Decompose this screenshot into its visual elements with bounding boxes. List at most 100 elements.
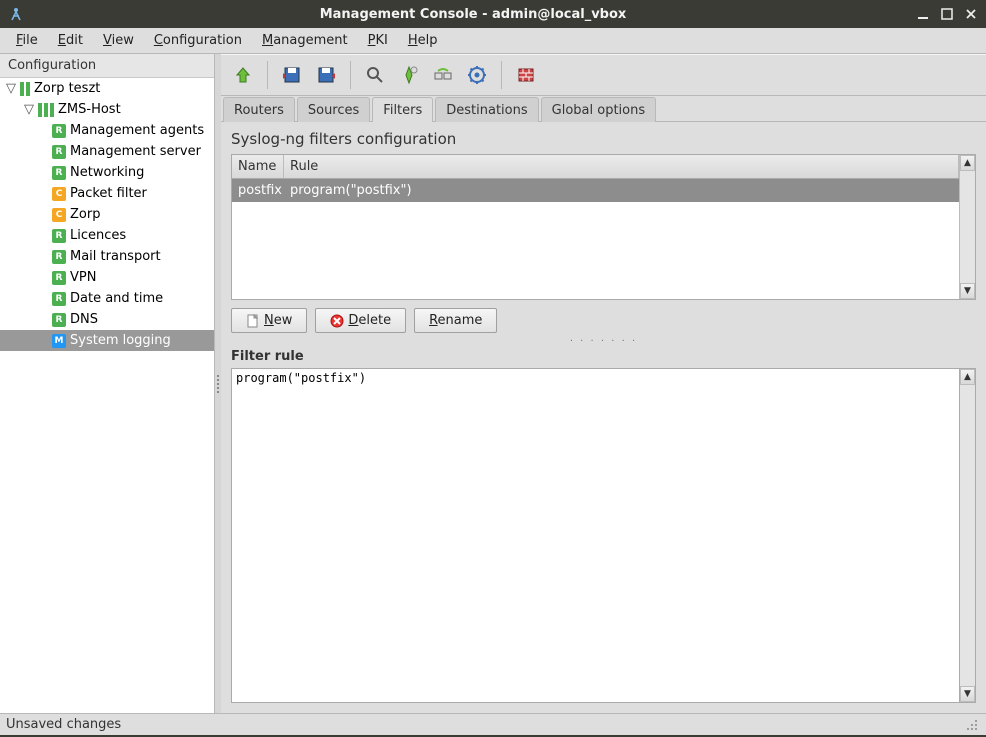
module-icon: R [52,313,66,327]
site-icon [20,82,30,96]
tab-routers[interactable]: Routers [223,97,295,122]
editor-scrollbar[interactable]: ▲ ▼ [959,369,975,702]
sidebar-item-label: Management agents [70,123,204,138]
menu-management[interactable]: Management [254,31,356,50]
configuration-tree[interactable]: ▽ Zorp teszt ▽ ZMS-Host R Management agen… [0,78,214,713]
scroll-down-icon[interactable]: ▼ [960,283,975,299]
sidebar-item-mail-transport[interactable]: R Mail transport [0,246,214,267]
tree-label: Zorp teszt [34,81,100,96]
tab-sources[interactable]: Sources [297,97,370,122]
cell-rule: program("postfix") [284,179,959,202]
module-icon: C [52,187,66,201]
sidebar-header: Configuration [0,54,214,78]
module-icon: R [52,229,66,243]
tree-root[interactable]: ▽ Zorp teszt [0,78,214,99]
maximize-button[interactable] [940,7,954,21]
app-icon [8,6,24,22]
firewall-button[interactable] [512,61,540,89]
sidebar-item-date-and-time[interactable]: R Date and time [0,288,214,309]
minimize-button[interactable] [916,7,930,21]
tree-label: ZMS-Host [58,102,121,117]
save-button[interactable] [278,61,306,89]
sidebar-item-label: DNS [70,312,98,327]
table-row[interactable]: postfix program("postfix") [232,179,959,202]
scroll-up-icon[interactable]: ▲ [960,369,975,385]
sidebar-item-zorp[interactable]: C Zorp [0,204,214,225]
menu-edit[interactable]: Edit [50,31,91,50]
menu-file[interactable]: File [8,31,46,50]
tab-destinations[interactable]: Destinations [435,97,538,122]
titlebar: Management Console - admin@local_vbox [0,0,986,28]
status-text: Unsaved changes [6,717,121,732]
module-icon: R [52,166,66,180]
sidebar-item-networking[interactable]: R Networking [0,162,214,183]
column-name[interactable]: Name [232,155,284,178]
sidebar-item-vpn[interactable]: R VPN [0,267,214,288]
sidebar: Configuration ▽ Zorp teszt ▽ ZMS-Host RM… [0,54,215,713]
scroll-up-icon[interactable]: ▲ [960,155,975,171]
sidebar-item-label: Zorp [70,207,100,222]
resize-grip-icon[interactable] [964,717,980,733]
sidebar-item-label: Management server [70,144,201,159]
delete-button[interactable]: Delete [315,308,406,333]
table-header: Name Rule [232,155,959,179]
sidebar-item-label: Mail transport [70,249,161,264]
module-icon: C [52,208,66,222]
new-icon [246,314,260,328]
sidebar-item-management-server[interactable]: R Management server [0,141,214,162]
menu-configuration[interactable]: Configuration [146,31,250,50]
sidebar-item-label: VPN [70,270,96,285]
sidebar-item-label: Licences [70,228,126,243]
new-button[interactable]: New [231,308,307,333]
filter-rule-label: Filter rule [221,345,986,366]
sidebar-item-label: Networking [70,165,144,180]
menubar: File Edit View Configuration Management … [0,28,986,54]
sidebar-item-licences[interactable]: R Licences [0,225,214,246]
main-panel: Routers Sources Filters Destinations Glo… [221,54,986,713]
content-title: Syslog-ng filters configuration [221,122,986,154]
tab-filters[interactable]: Filters [372,97,433,122]
menu-pki[interactable]: PKI [360,31,396,50]
column-rule[interactable]: Rule [284,155,959,178]
sidebar-item-label: System logging [70,333,171,348]
search-button[interactable] [361,61,389,89]
filter-rule-editor[interactable] [232,369,959,702]
tree-toggle-icon[interactable]: ▽ [24,105,34,115]
toolbar [221,54,986,96]
deploy-button[interactable] [429,61,457,89]
table-body[interactable]: postfix program("postfix") [232,179,959,299]
filters-table: Name Rule postfix program("postfix") ▲ ▼ [231,154,976,300]
filter-rule-editor-wrap: ▲ ▼ [231,368,976,703]
settings-button[interactable] [463,61,491,89]
splitter-horizontal[interactable]: · · · · · · · [221,337,986,345]
module-icon: R [52,145,66,159]
table-buttons: New Delete Rename [231,308,976,333]
cell-name: postfix [232,179,284,202]
scroll-down-icon[interactable]: ▼ [960,686,975,702]
close-button[interactable] [964,7,978,21]
module-icon: R [52,124,66,138]
menu-view[interactable]: View [95,31,142,50]
sidebar-item-packet-filter[interactable]: C Packet filter [0,183,214,204]
validate-button[interactable] [395,61,423,89]
sidebar-item-management-agents[interactable]: R Management agents [0,120,214,141]
menu-help[interactable]: Help [400,31,446,50]
save-all-button[interactable] [312,61,340,89]
module-icon: R [52,271,66,285]
sidebar-item-label: Date and time [70,291,163,306]
tree-host[interactable]: ▽ ZMS-Host [0,99,214,120]
sidebar-item-system-logging[interactable]: M System logging [0,330,214,351]
up-level-button[interactable] [229,61,257,89]
host-icon [38,103,54,117]
module-icon: R [52,292,66,306]
rename-button[interactable]: Rename [414,308,497,333]
tree-toggle-icon[interactable]: ▽ [6,84,16,94]
module-icon: M [52,334,66,348]
statusbar: Unsaved changes [0,713,986,735]
sidebar-item-label: Packet filter [70,186,147,201]
sidebar-item-dns[interactable]: R DNS [0,309,214,330]
tab-global-options[interactable]: Global options [541,97,656,122]
window-title: Management Console - admin@local_vbox [30,7,916,22]
module-icon: R [52,250,66,264]
table-scrollbar[interactable]: ▲ ▼ [959,155,975,299]
